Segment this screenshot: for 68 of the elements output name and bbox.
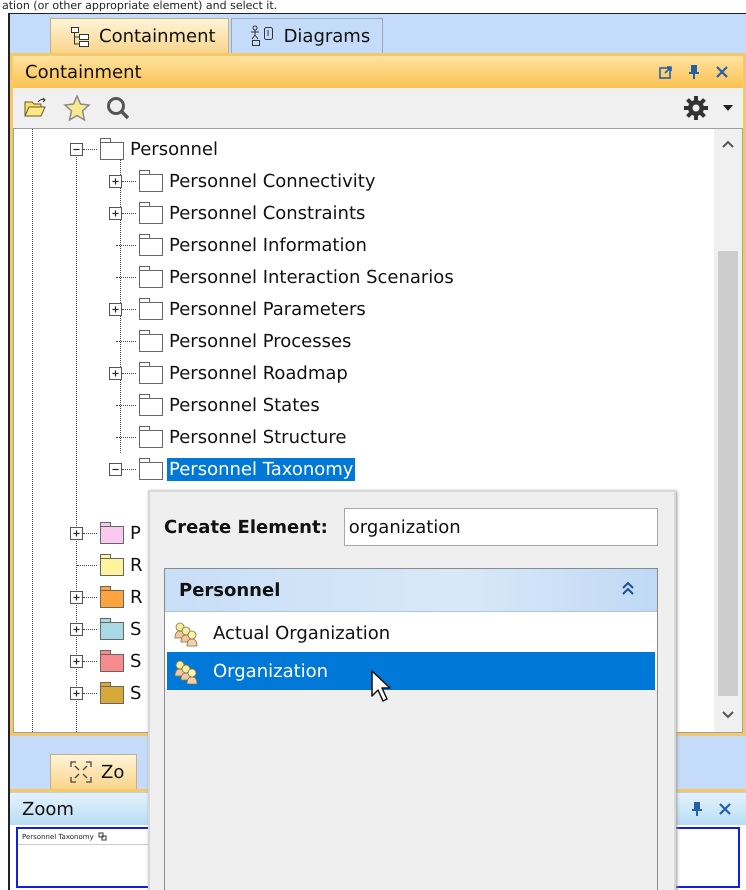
tree-item[interactable]: Personnel <box>128 138 220 160</box>
expand-toggle-icon[interactable] <box>109 366 122 380</box>
tree-item[interactable]: R <box>128 554 145 576</box>
diagram-icon <box>250 25 276 47</box>
close-icon[interactable] <box>718 802 732 816</box>
search-icon[interactable] <box>105 95 131 121</box>
tree-structure-icon <box>69 25 91 47</box>
tab[interactable]: Zo <box>50 754 138 789</box>
tree-item[interactable]: Personnel Roadmap <box>167 362 350 384</box>
expand-toggle-icon[interactable] <box>70 686 83 700</box>
field-label: Create Element: <box>164 516 328 538</box>
expand-toggle-icon[interactable] <box>70 654 83 668</box>
folder-icon <box>99 137 125 161</box>
scrollbar[interactable] <box>714 129 742 732</box>
tab[interactable]: Containment <box>50 18 229 53</box>
tab[interactable]: Diagrams <box>230 18 384 53</box>
caption-text: ation (or other appropriate element) and select it. <box>1 0 278 13</box>
star-icon[interactable] <box>63 94 91 122</box>
tree-item[interactable]: Personnel Taxonomy <box>167 458 356 480</box>
folder-icon <box>138 393 164 417</box>
float-window-icon[interactable] <box>659 65 673 79</box>
scrollbar-thumb[interactable] <box>718 251 738 696</box>
settings-icon[interactable] <box>683 95 709 121</box>
tree-item[interactable]: S <box>128 650 144 672</box>
element-search-field[interactable]: organization <box>344 508 658 546</box>
tree-item[interactable]: Personnel Information <box>167 234 369 256</box>
list-item[interactable]: Actual Organization <box>167 614 655 652</box>
scroll-down-icon[interactable] <box>721 710 735 720</box>
diagram-icon <box>98 832 107 841</box>
scroll-up-icon[interactable] <box>721 139 735 149</box>
pin-icon[interactable] <box>690 801 704 817</box>
tree-item[interactable]: Personnel Connectivity <box>167 170 378 192</box>
dropdown-caret-icon[interactable] <box>723 105 733 111</box>
tree-item[interactable]: R <box>128 586 145 608</box>
tree-item[interactable]: S <box>128 618 144 640</box>
folder-icon <box>138 265 164 289</box>
folder-icon <box>138 457 164 481</box>
panel-title: Containment <box>25 62 143 82</box>
expand-toggle-icon[interactable] <box>70 526 83 540</box>
list-item[interactable]: Organization <box>167 652 655 690</box>
folder-icon <box>138 329 164 353</box>
expand-toggle-icon[interactable] <box>109 206 122 220</box>
tree-item[interactable]: Personnel Structure <box>167 426 348 448</box>
collapse-icon[interactable] <box>621 580 635 596</box>
folder-icon <box>138 169 164 193</box>
expand-toggle-icon[interactable] <box>109 302 122 316</box>
tree-item[interactable]: Personnel Parameters <box>167 298 368 320</box>
tree-item[interactable]: S <box>128 682 144 704</box>
folder-icon <box>138 201 164 225</box>
tree-item[interactable]: Personnel States <box>167 394 322 416</box>
tree-item[interactable]: P <box>128 522 143 544</box>
folder-icon <box>138 233 164 257</box>
folder-icon <box>138 297 164 321</box>
group-title: Personnel <box>179 580 282 600</box>
panel-title: Zoom <box>22 798 75 820</box>
pin-icon[interactable] <box>687 64 701 80</box>
collapse-toggle-icon[interactable] <box>109 462 122 476</box>
folder-icon <box>138 361 164 385</box>
close-icon[interactable] <box>715 65 729 79</box>
zoom-frame-icon <box>69 760 93 784</box>
expand-toggle-icon[interactable] <box>109 174 122 188</box>
expand-toggle-icon[interactable] <box>70 590 83 604</box>
tree-item[interactable]: Personnel Constraints <box>167 202 368 224</box>
folder-icon <box>138 425 164 449</box>
expand-toggle-icon[interactable] <box>70 622 83 636</box>
tree-item[interactable]: Personnel Processes <box>167 330 354 352</box>
tree-item[interactable]: Personnel Interaction Scenarios <box>167 266 456 288</box>
collapse-toggle-icon[interactable] <box>70 142 83 156</box>
